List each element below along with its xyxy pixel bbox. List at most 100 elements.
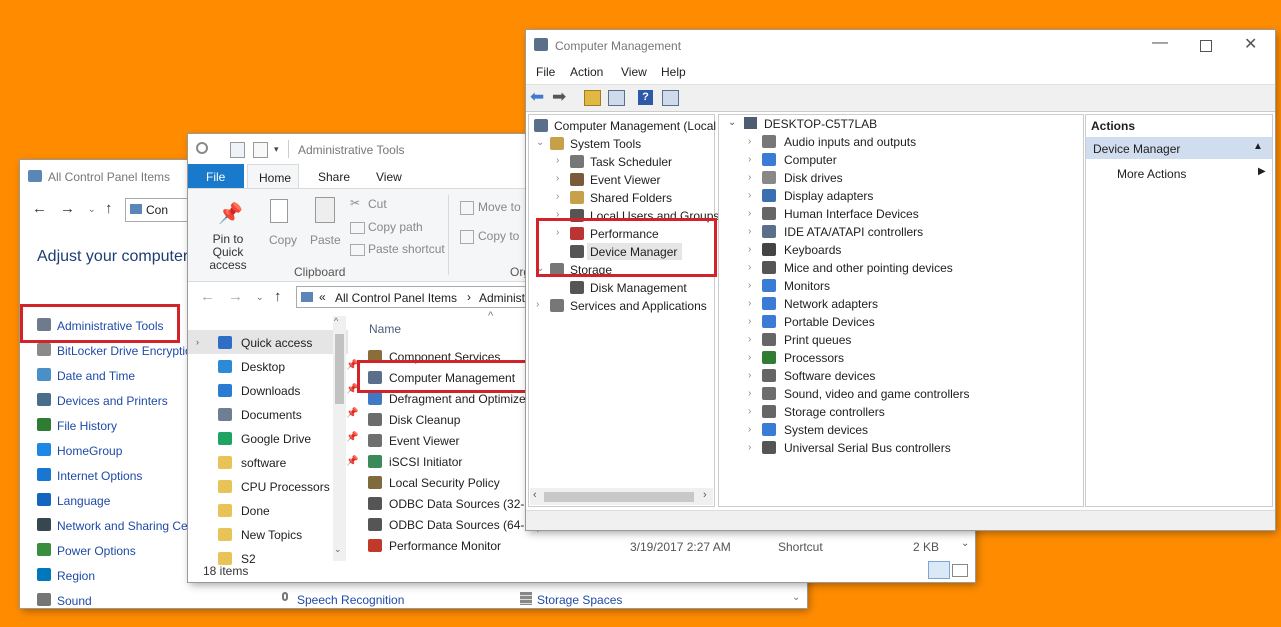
expand-icon[interactable]: › <box>748 136 751 147</box>
expand-icon[interactable]: › <box>748 244 751 255</box>
paste-icon <box>315 197 335 223</box>
toolbar-action-pane-icon[interactable] <box>662 90 679 106</box>
toolbar-forward-icon[interactable]: ➡ <box>552 87 566 107</box>
close-button[interactable]: ✕ <box>1244 34 1257 54</box>
back-button[interactable]: ← <box>32 200 47 217</box>
expand-icon[interactable]: › <box>748 316 751 327</box>
recent-dropdown-icon[interactable]: ⌄ <box>88 204 96 215</box>
tab-home[interactable]: Home <box>247 164 299 188</box>
tree-node[interactable]: › Shared Folders <box>556 190 711 206</box>
toolbar-show-hide-tree-icon[interactable] <box>608 90 625 106</box>
pin-icon[interactable]: 📌 <box>346 432 358 443</box>
address-segment-admin-tools[interactable]: Administ <box>479 291 525 305</box>
column-name-header[interactable]: Name <box>369 322 401 336</box>
maximize-button[interactable] <box>1200 40 1212 52</box>
toolbar-up-folder-icon[interactable] <box>584 90 601 106</box>
expand-icon[interactable]: › <box>748 208 751 219</box>
file-name: Local Security Policy <box>389 476 500 490</box>
move-to-button[interactable]: Move to <box>478 200 521 214</box>
scroll-down-icon[interactable]: ⌄ <box>792 592 800 603</box>
expand-icon[interactable]: › <box>748 262 751 273</box>
address-segment-control-panel[interactable]: All Control Panel Items <box>335 291 457 305</box>
tree-node[interactable]: ⌄ System Tools <box>536 136 711 152</box>
nav-scrollbar[interactable]: ^ ⌄ <box>333 316 346 561</box>
storage-spaces-link[interactable]: Storage Spaces <box>537 593 622 607</box>
expand-icon[interactable]: › <box>748 424 751 435</box>
menu-action[interactable]: Action <box>570 65 603 79</box>
toolbar-back-icon[interactable]: ⬅ <box>530 87 544 107</box>
tree-scroll-right-icon[interactable]: › <box>703 489 707 501</box>
tree-horizontal-scrollbar[interactable]: ‹ › <box>530 488 713 505</box>
copy-path-button[interactable]: Copy path <box>368 220 423 234</box>
expand-icon[interactable]: › <box>748 388 751 399</box>
expand-icon[interactable]: › <box>748 442 751 453</box>
more-actions-item[interactable]: More Actions <box>1117 167 1186 181</box>
paste-shortcut-button[interactable]: Paste shortcut <box>368 242 445 256</box>
expand-icon[interactable]: › <box>748 298 751 309</box>
properties-icon[interactable] <box>230 142 245 158</box>
explorer-back-button[interactable]: ← <box>200 288 215 305</box>
expand-icon[interactable]: › <box>536 299 539 310</box>
downloads-icon <box>218 384 232 397</box>
tab-share[interactable]: Share <box>318 170 350 184</box>
expand-icon[interactable]: › <box>748 370 751 381</box>
tab-file[interactable]: File <box>188 164 244 188</box>
explorer-address-bar[interactable]: « All Control Panel Items › Administ <box>296 286 556 308</box>
details-view-icon[interactable] <box>928 561 950 579</box>
expand-icon[interactable]: › <box>748 226 751 237</box>
folder-check-icon <box>218 528 232 541</box>
menu-view[interactable]: View <box>621 65 647 79</box>
explorer-forward-button[interactable]: → <box>228 288 243 305</box>
pin-icon[interactable]: 📌 <box>346 408 358 419</box>
forward-button[interactable]: → <box>60 200 75 217</box>
tree-node[interactable]: › Task Scheduler <box>556 154 711 170</box>
cut-button[interactable]: Cut <box>368 197 387 211</box>
minimize-button[interactable]: — <box>1152 34 1168 52</box>
expand-icon[interactable]: › <box>748 154 751 165</box>
up-button[interactable]: ↑ <box>105 200 113 217</box>
tree-scroll-thumb[interactable] <box>544 492 694 502</box>
tree-node[interactable]: › Services and Applications <box>536 298 711 314</box>
large-icons-view-icon[interactable] <box>952 564 968 577</box>
actions-device-manager-section[interactable]: Device Manager ▲ <box>1086 137 1272 159</box>
pin-to-quick-access-button[interactable]: Pin to Quick access <box>196 233 260 272</box>
nav-scroll-thumb[interactable] <box>335 334 344 404</box>
expand-icon[interactable]: › <box>748 172 751 183</box>
nav-scroll-down-icon[interactable]: ⌄ <box>334 544 342 555</box>
quick-access-expand-icon[interactable]: › <box>196 337 199 347</box>
expand-icon[interactable]: › <box>748 352 751 363</box>
tab-view[interactable]: View <box>376 170 402 184</box>
file-scroll-down-icon[interactable]: ⌄ <box>961 538 969 549</box>
tree-scroll-left-icon[interactable]: ‹ <box>533 489 537 501</box>
nav-scroll-up-icon[interactable]: ^ <box>334 316 338 326</box>
paste-button[interactable]: Paste <box>310 233 341 247</box>
new-folder-icon[interactable] <box>253 142 268 158</box>
collapse-arrow-icon[interactable]: ▲ <box>1253 141 1263 152</box>
collapse-icon[interactable]: ⌄ <box>536 137 544 148</box>
tree-node[interactable]: Disk Management <box>556 280 711 296</box>
expand-icon[interactable]: › <box>556 155 559 166</box>
address-overflow-icon[interactable]: « <box>319 290 326 304</box>
toolbar-help-icon[interactable]: ? <box>638 90 653 105</box>
expand-icon[interactable]: › <box>556 173 559 184</box>
tree-node[interactable]: › Event Viewer <box>556 172 711 188</box>
pin-icon[interactable]: 📌 <box>346 456 358 467</box>
expand-icon[interactable]: › <box>748 406 751 417</box>
address-bar[interactable]: Con <box>125 198 197 222</box>
expand-icon[interactable]: › <box>748 280 751 291</box>
copy-to-button[interactable]: Copy to <box>478 229 519 243</box>
qat-dropdown-icon[interactable]: ▾ <box>274 144 279 155</box>
explorer-recent-icon[interactable]: ⌄ <box>256 292 264 303</box>
menu-help[interactable]: Help <box>661 65 686 79</box>
expand-icon[interactable]: › <box>748 334 751 345</box>
expand-icon[interactable]: › <box>556 191 559 202</box>
device-category-label: IDE ATA/ATAPI controllers <box>784 225 924 239</box>
copy-button[interactable]: Copy <box>269 233 297 247</box>
menu-file[interactable]: File <box>536 65 555 79</box>
computer-collapse-icon[interactable]: ⌄ <box>728 117 736 128</box>
speech-recognition-link[interactable]: Speech Recognition <box>297 593 404 607</box>
expand-icon[interactable]: › <box>748 190 751 201</box>
explorer-up-button[interactable]: ↑ <box>274 288 282 305</box>
computer-name[interactable]: DESKTOP-C5T7LAB <box>764 117 877 131</box>
tree-node[interactable]: Computer Management (Local <box>534 118 716 134</box>
